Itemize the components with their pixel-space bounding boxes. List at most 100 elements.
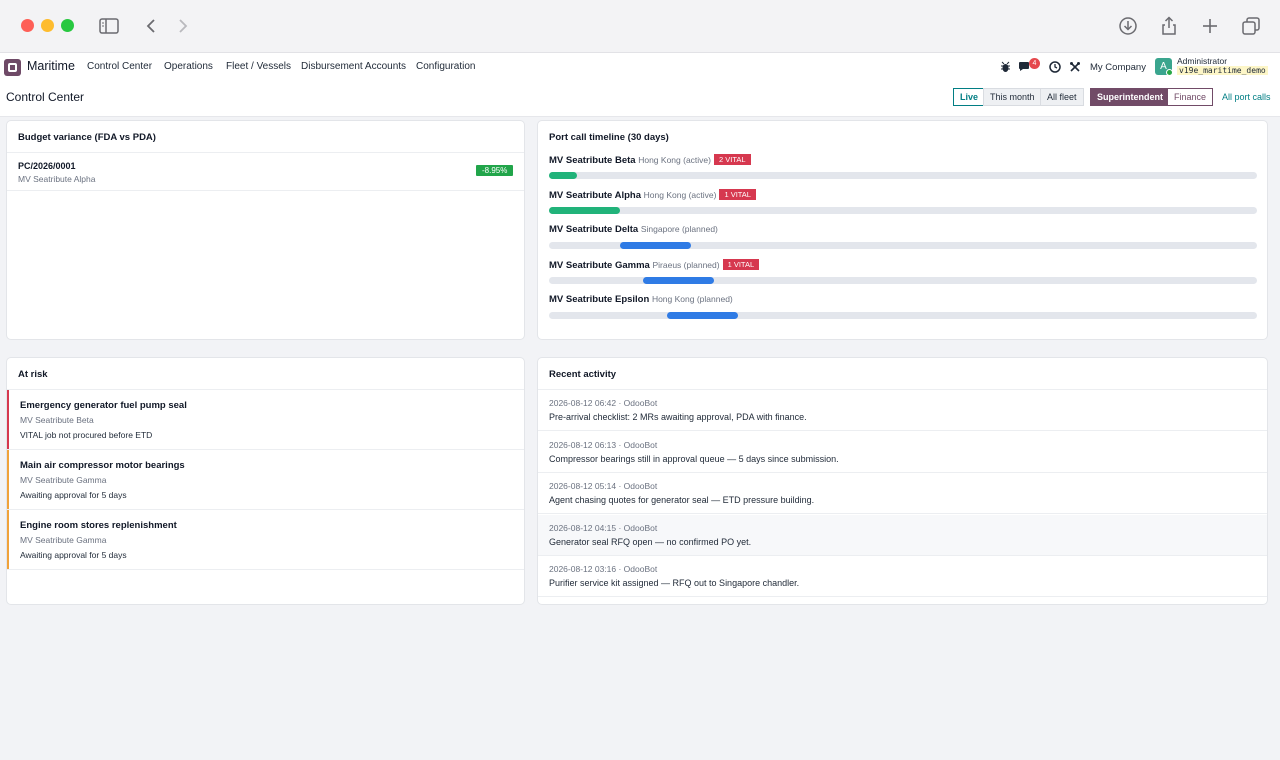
tab-overview-icon[interactable]: [1239, 14, 1263, 38]
menu-control-center[interactable]: Control Center: [87, 61, 152, 72]
risk-list-item[interactable]: Emergency generator fuel pump seal MV Sea…: [7, 390, 524, 450]
download-icon[interactable]: [1116, 14, 1140, 38]
vessel-name: MV Seatribute Delta: [549, 224, 639, 235]
risk-reason: Awaiting approval for 5 days: [20, 550, 127, 560]
activity-meta: 2026-08-12 06:42 · OdooBot: [549, 398, 658, 408]
port-call-row[interactable]: MV Seatribute Beta Hong Kong (active) 2 V…: [549, 154, 751, 166]
timeline-track: [549, 172, 1257, 179]
activity-meta: 2026-08-12 05:14 · OdooBot: [549, 481, 658, 491]
variance-badge: -8.95%: [476, 165, 514, 176]
risk-reason: Awaiting approval for 5 days: [20, 490, 127, 500]
filter-this-month-button[interactable]: This month: [983, 88, 1042, 106]
tools-icon[interactable]: [1068, 60, 1082, 74]
timeline-track: [549, 312, 1257, 319]
company-switcher[interactable]: My Company: [1090, 62, 1146, 73]
vessel-name: MV Seatribute Gamma: [20, 535, 107, 545]
new-tab-icon[interactable]: [1198, 14, 1222, 38]
vessel-name: MV Seatribute Epsilon: [549, 294, 650, 305]
risk-list-item[interactable]: Engine room stores replenishment MV Seatr…: [7, 510, 524, 570]
activity-item: 2026-08-12 03:16 · OdooBot Purifier servi…: [538, 556, 1267, 597]
vessel-name: MV Seatribute Beta: [20, 415, 94, 425]
vessel-name: MV Seatribute Alpha: [18, 174, 96, 184]
menu-operations[interactable]: Operations: [164, 61, 213, 72]
severity-indicator: [7, 450, 9, 509]
severity-indicator: [7, 510, 9, 569]
role-finance-button[interactable]: Finance: [1167, 88, 1214, 106]
filter-live-button[interactable]: Live: [953, 88, 986, 106]
user-name[interactable]: Administrator: [1177, 56, 1227, 66]
vessel-name: MV Seatribute Beta: [549, 155, 636, 166]
activity-item: 2026-08-12 04:15 · OdooBot Generator seal…: [538, 514, 1267, 556]
debug-bug-icon[interactable]: [998, 60, 1012, 74]
vessel-name: MV Seatribute Gamma: [549, 260, 650, 271]
menu-fleet-vessels[interactable]: Fleet / Vessels: [226, 61, 291, 72]
activity-text: Pre-arrival checklist: 2 MRs awaiting ap…: [549, 412, 807, 422]
app-navbar: Maritime Control Center Operations Fleet…: [0, 53, 1280, 81]
activity-clock-icon[interactable]: [1048, 60, 1062, 74]
risk-list-item[interactable]: Main air compressor motor bearings MV Sea…: [7, 450, 524, 510]
port-call-timeline-card: Port call timeline (30 days) MV Seatribu…: [537, 120, 1268, 340]
port-call-detail: Singapore (planned): [640, 224, 718, 234]
vessel-name: MV Seatribute Alpha: [549, 190, 642, 201]
forward-icon[interactable]: [171, 14, 195, 38]
divider: [7, 152, 524, 153]
port-call-detail: Piraeus (planned): [652, 260, 720, 270]
timeline-bar[interactable]: [549, 172, 578, 179]
app-name[interactable]: Maritime: [27, 59, 75, 73]
port-call-row[interactable]: MV Seatribute Gamma Piraeus (planned) 1 V…: [549, 259, 760, 271]
activity-text: Purifier service kit assigned — RFQ out …: [549, 578, 800, 588]
activity-item: 2026-08-12 05:14 · OdooBot Agent chasing …: [538, 473, 1267, 514]
filter-all-fleet-button[interactable]: All fleet: [1040, 88, 1084, 106]
risk-title: Engine room stores replenishment: [20, 520, 177, 531]
activity-item: 2026-08-12 06:42 · OdooBot Pre-arrival ch…: [538, 390, 1267, 431]
port-call-row[interactable]: MV Seatribute Epsilon Hong Kong (planned…: [549, 294, 733, 305]
divider: [7, 190, 524, 191]
timeline-bar[interactable]: [619, 242, 691, 249]
close-window-button[interactable]: [21, 19, 34, 32]
all-port-calls-link[interactable]: All port calls: [1222, 92, 1271, 102]
risk-reason: VITAL job not procured before ETD: [20, 430, 153, 440]
timeline-bar[interactable]: [549, 207, 620, 214]
online-status-dot: [1166, 69, 1173, 76]
card-title: Port call timeline (30 days): [549, 132, 669, 143]
port-call-row[interactable]: MV Seatribute Delta Singapore (planned): [549, 224, 718, 235]
zoom-window-button[interactable]: [61, 19, 74, 32]
role-superintendent-button[interactable]: Superintendent: [1090, 88, 1171, 106]
back-icon[interactable]: [139, 14, 163, 38]
control-panel: Control Center Live This month All fleet…: [0, 81, 1280, 117]
minimize-window-button[interactable]: [41, 19, 54, 32]
timeline-track: [549, 242, 1257, 249]
port-call-reference[interactable]: PC/2026/0001: [18, 161, 76, 171]
timeline-bar[interactable]: [643, 277, 714, 284]
menu-disbursement-accounts[interactable]: Disbursement Accounts: [301, 61, 406, 72]
menu-configuration[interactable]: Configuration: [416, 61, 475, 72]
timeline-track: [549, 207, 1257, 214]
activity-text: Agent chasing quotes for generator seal …: [549, 495, 815, 505]
risk-title: Main air compressor motor bearings: [20, 460, 185, 471]
card-title: At risk: [18, 369, 48, 380]
vessel-name: MV Seatribute Gamma: [20, 475, 107, 485]
timeline-bar[interactable]: [667, 312, 739, 319]
activity-meta: 2026-08-12 06:13 · OdooBot: [549, 439, 658, 450]
activity-meta: 2026-08-12 03:16 · OdooBot: [549, 564, 658, 574]
database-name: v19e_maritime_demo: [1177, 66, 1268, 75]
timeline-track: [549, 277, 1257, 284]
budget-variance-card: Budget variance (FDA vs PDA) PC/2026/000…: [6, 120, 525, 340]
port-call-detail: Hong Kong (active): [643, 190, 717, 200]
message-count-badge: 4: [1029, 58, 1040, 69]
sidebar-toggle-icon[interactable]: [97, 14, 121, 38]
recent-activity-card: Recent activity 2026-08-12 06:42 · OdooB…: [537, 357, 1268, 605]
share-icon[interactable]: [1157, 14, 1181, 38]
port-call-detail: Hong Kong (planned): [651, 294, 733, 304]
app-logo-icon[interactable]: [4, 59, 21, 76]
activity-text: Compressor bearings still in approval qu…: [549, 453, 839, 464]
browser-toolbar: [0, 0, 1280, 53]
activity-meta: 2026-08-12 04:15 · OdooBot: [549, 522, 658, 533]
port-call-detail: Hong Kong (active): [638, 155, 711, 165]
card-title: Recent activity: [549, 369, 617, 380]
activity-text: Generator seal RFQ open — no confirmed P…: [549, 536, 752, 547]
port-call-row[interactable]: MV Seatribute Alpha Hong Kong (active) 1 …: [549, 189, 756, 201]
vital-badge: 1 VITAL: [722, 259, 760, 270]
activity-item: 2026-08-12 06:13 · OdooBot Compressor bea…: [538, 432, 1267, 473]
card-title: Budget variance (FDA vs PDA): [18, 132, 156, 143]
